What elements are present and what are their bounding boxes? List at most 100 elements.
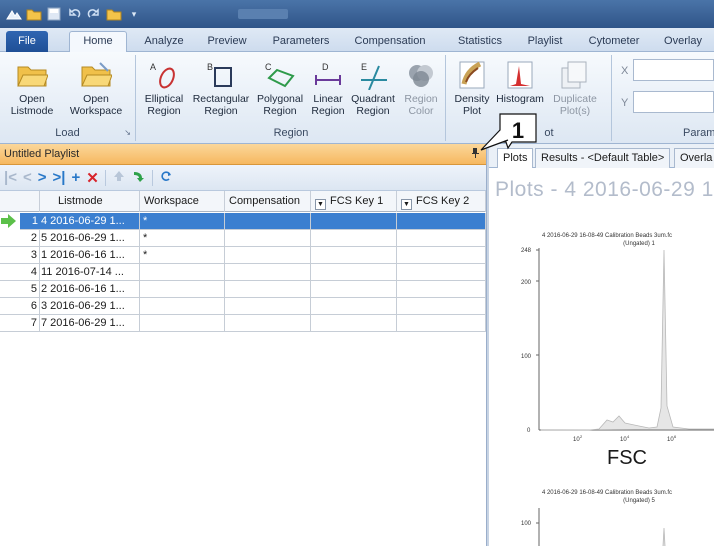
quadrant-region-button[interactable]: E Quadrant Region xyxy=(349,57,397,117)
compensation-cell[interactable] xyxy=(225,264,311,281)
tab-preview[interactable]: Preview xyxy=(200,32,254,52)
listmode-cell[interactable]: 1 2016-06-16 1... xyxy=(40,247,140,264)
customize-dropdown-icon[interactable]: ▾ xyxy=(126,6,142,22)
row-header-corner xyxy=(0,191,40,212)
move-down-icon[interactable] xyxy=(132,169,146,186)
table-row[interactable]: 4 11 2016-07-14 ... xyxy=(0,264,486,281)
playlist-grid: Listmode Workspace Compensation ▼ FCS Key… xyxy=(0,191,486,546)
workspace-cell[interactable]: * xyxy=(140,247,225,264)
first-icon[interactable]: |< xyxy=(4,169,17,186)
table-row[interactable]: 7 7 2016-06-29 1... xyxy=(0,315,486,332)
fcs-key-2-cell[interactable] xyxy=(397,298,486,315)
table-row[interactable]: 3 1 2016-06-16 1... * xyxy=(0,247,486,264)
open-listmode-button[interactable]: Open Listmode xyxy=(2,57,62,117)
listmode-cell[interactable]: 11 2016-07-14 ... xyxy=(40,264,140,281)
folder-icon[interactable] xyxy=(106,6,122,22)
linear-icon: D xyxy=(307,57,349,93)
previous-icon[interactable]: < xyxy=(23,169,32,186)
tab-cytometer[interactable]: Cytometer xyxy=(585,32,643,52)
listmode-cell[interactable]: 5 2016-06-29 1... xyxy=(40,230,140,247)
compensation-cell[interactable] xyxy=(225,213,311,230)
tab-results[interactable]: Results - <Default Table> xyxy=(535,148,671,168)
tab-compensation[interactable]: Compensation xyxy=(346,32,434,52)
column-header-listmode[interactable]: Listmode xyxy=(40,191,140,212)
fcs-key-2-cell[interactable] xyxy=(397,247,486,264)
table-row[interactable]: 2 5 2016-06-29 1... * xyxy=(0,230,486,247)
fcs-key-1-cell[interactable] xyxy=(311,213,397,230)
tab-analyze[interactable]: Analyze xyxy=(136,32,192,52)
column-header-fcs-key-2[interactable]: ▼ FCS Key 2 xyxy=(397,191,486,212)
row-number: 4 xyxy=(0,264,40,281)
fcs-key-1-cell[interactable] xyxy=(311,264,397,281)
workspace-cell[interactable] xyxy=(140,298,225,315)
workspace-cell[interactable]: * xyxy=(140,213,225,230)
linear-region-button[interactable]: D Linear Region xyxy=(307,57,349,117)
load-group: Open Listmode Open Workspace Load ↘ xyxy=(0,55,136,141)
density-plot-button[interactable]: Density Plot xyxy=(451,57,493,117)
save-icon[interactable] xyxy=(46,6,62,22)
table-row[interactable]: 1 4 2016-06-29 1... * xyxy=(0,213,486,230)
tab-playlist[interactable]: Playlist xyxy=(520,32,570,52)
fcs-key-2-cell[interactable] xyxy=(397,281,486,298)
listmode-cell[interactable]: 7 2016-06-29 1... xyxy=(40,315,140,332)
fcs-key-1-cell[interactable] xyxy=(311,315,397,332)
tab-home[interactable]: Home xyxy=(69,31,127,52)
fcs-key-2-cell[interactable] xyxy=(397,264,486,281)
fcs-key-2-cell[interactable] xyxy=(397,230,486,247)
compensation-cell[interactable] xyxy=(225,315,311,332)
tab-parameters[interactable]: Parameters xyxy=(265,32,337,52)
workspace-cell[interactable] xyxy=(140,264,225,281)
refresh-icon[interactable] xyxy=(159,169,173,186)
fcs-key-1-cell[interactable] xyxy=(311,298,397,315)
polygonal-region-button[interactable]: C Polygonal Region xyxy=(253,57,307,117)
compensation-cell[interactable] xyxy=(225,247,311,264)
y-parameter-field[interactable] xyxy=(633,91,714,113)
table-row[interactable]: 6 3 2016-06-29 1... xyxy=(0,298,486,315)
compensation-cell[interactable] xyxy=(225,298,311,315)
region-color-button[interactable]: Region Color xyxy=(399,57,443,117)
column-header-compensation[interactable]: Compensation xyxy=(225,191,311,212)
rectangular-region-button[interactable]: B Rectangular Region xyxy=(190,57,252,117)
open-folder-icon[interactable] xyxy=(26,6,42,22)
fcs-key-1-cell[interactable] xyxy=(311,247,397,264)
x-parameter-field[interactable] xyxy=(633,59,714,81)
workspace-cell[interactable] xyxy=(140,281,225,298)
column-header-workspace[interactable]: Workspace xyxy=(140,191,225,212)
last-icon[interactable]: >| xyxy=(53,169,66,186)
fcs-key-1-cell[interactable] xyxy=(311,281,397,298)
workspace-cell[interactable]: * xyxy=(140,230,225,247)
filter-dropdown-icon[interactable]: ▼ xyxy=(315,199,326,210)
compensation-cell[interactable] xyxy=(225,281,311,298)
duplicate-plots-button[interactable]: Duplicate Plot(s) xyxy=(547,57,603,117)
next-icon[interactable]: > xyxy=(38,169,47,186)
listmode-cell[interactable]: 3 2016-06-29 1... xyxy=(40,298,140,315)
undo-icon[interactable] xyxy=(66,6,82,22)
compensation-cell[interactable] xyxy=(225,230,311,247)
fcs-key-2-cell[interactable] xyxy=(397,315,486,332)
fcs-key-1-cell[interactable] xyxy=(311,230,397,247)
filter-dropdown-icon[interactable]: ▼ xyxy=(401,199,412,210)
redo-icon[interactable] xyxy=(86,6,102,22)
tab-overlay-results[interactable]: Overla xyxy=(674,148,714,168)
move-up-icon[interactable] xyxy=(112,169,126,186)
load-group-label: Load xyxy=(55,127,80,139)
parameters-group: X Y Param xyxy=(613,55,714,141)
workspace-cell[interactable] xyxy=(140,315,225,332)
fcs-key-2-cell[interactable] xyxy=(397,213,486,230)
add-icon[interactable]: + xyxy=(71,169,80,186)
open-workspace-button[interactable]: Open Workspace xyxy=(64,57,128,117)
tab-overlay[interactable]: Overlay xyxy=(660,32,706,52)
region-group-label: Region xyxy=(273,127,309,139)
tab-file[interactable]: File xyxy=(6,31,48,52)
table-row[interactable]: 5 2 2016-06-16 1... xyxy=(0,281,486,298)
y-param-label: Y xyxy=(621,97,629,109)
tab-statistics[interactable]: Statistics xyxy=(452,32,508,52)
plot1-x-exp: 6 xyxy=(674,434,677,439)
delete-icon[interactable]: ✕ xyxy=(86,169,99,187)
histogram-button[interactable]: Histogram xyxy=(495,57,545,105)
column-header-fcs-key-1[interactable]: ▼ FCS Key 1 xyxy=(311,191,397,212)
listmode-cell[interactable]: 2 2016-06-16 1... xyxy=(40,281,140,298)
listmode-cell[interactable]: 4 2016-06-29 1... xyxy=(40,213,140,230)
elliptical-region-button[interactable]: A Elliptical Region xyxy=(139,57,189,117)
dialog-launcher-icon[interactable]: ↘ xyxy=(124,128,131,137)
